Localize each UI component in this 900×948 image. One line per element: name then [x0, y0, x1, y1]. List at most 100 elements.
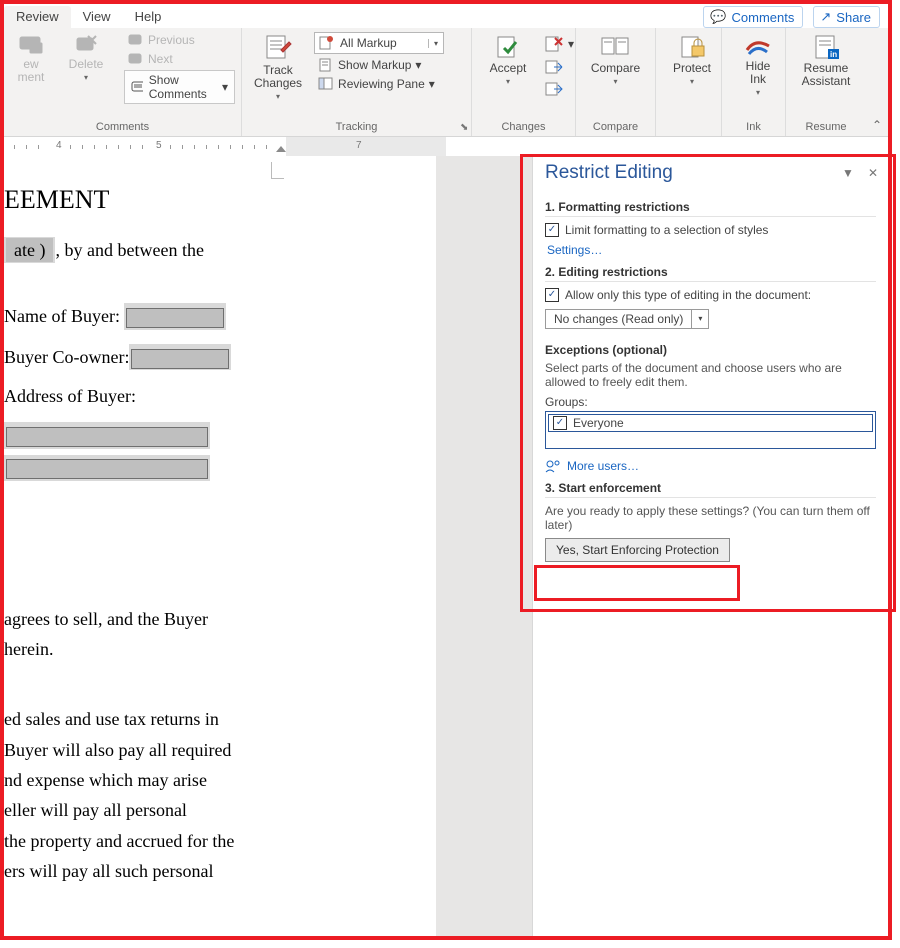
doc-line: Buyer Co-owner: — [4, 344, 436, 370]
share-button[interactable]: ↗ Share — [813, 6, 880, 28]
form-field-coowner[interactable] — [131, 349, 229, 369]
doc-line: eller will pay all personal — [4, 798, 436, 822]
hide-ink-button[interactable]: Hide Ink ▾ — [728, 32, 788, 99]
reviewing-pane-button[interactable]: Reviewing Pane ▾ — [314, 76, 444, 92]
new-comment-icon — [18, 34, 44, 56]
chevron-down-icon: ▾ — [429, 77, 435, 91]
hide-ink-label: Hide Ink — [746, 60, 771, 86]
group-changes-label: Changes — [478, 119, 569, 134]
form-field-address-1[interactable] — [6, 427, 208, 447]
pane-options-button[interactable]: ▼ — [842, 166, 854, 180]
chevron-down-icon: ▾ — [568, 37, 574, 51]
form-field-date[interactable]: ate ) — [6, 238, 53, 262]
doc-line: ers will pay all such personal — [4, 859, 436, 883]
show-comments-button[interactable]: Show Comments▾ — [124, 70, 235, 104]
resume-assistant-button[interactable]: in Resume Assistant — [792, 32, 860, 90]
resume-label: Resume Assistant — [802, 62, 851, 88]
pane-close-button[interactable]: ✕ — [868, 166, 878, 180]
previous-change-icon — [544, 59, 564, 75]
start-enforcing-button[interactable]: Yes, Start Enforcing Protection — [545, 538, 730, 562]
group-tracking-label: Tracking — [248, 119, 465, 134]
indent-marker[interactable] — [276, 146, 286, 152]
chevron-down-icon: ▾ — [84, 73, 88, 82]
formatting-settings-link[interactable]: Settings… — [547, 243, 876, 257]
chevron-down-icon: ▾ — [276, 92, 280, 101]
reject-button[interactable]: ▾ — [540, 34, 578, 54]
next-icon — [128, 52, 144, 66]
editing-type-select[interactable]: No changes (Read only)▾ — [545, 309, 709, 329]
share-label: Share — [836, 10, 871, 25]
form-field-buyer-name[interactable] — [126, 308, 224, 328]
tab-help[interactable]: Help — [123, 6, 174, 28]
tracking-dialog-launcher[interactable]: ⬊ — [460, 122, 468, 133]
display-for-review-select[interactable]: All Markup▾ — [314, 32, 444, 54]
chevron-down-icon: ▾ — [690, 77, 694, 86]
accept-label: Accept — [490, 62, 527, 75]
everyone-checkbox[interactable]: ✓ — [553, 416, 567, 430]
doc-line: Buyer will also pay all required — [4, 738, 436, 762]
track-changes-label: Track Changes — [254, 64, 302, 90]
track-changes-button[interactable]: Track Changes ▾ — [248, 32, 308, 103]
show-markup-icon — [318, 58, 334, 72]
restrict-editing-pane: Restrict Editing ▼ ✕ 1. Formatting restr… — [532, 156, 888, 936]
hide-ink-icon — [743, 34, 773, 58]
next-change-button[interactable] — [540, 80, 578, 98]
tab-view[interactable]: View — [71, 6, 123, 28]
group-resume-label: Resume — [792, 119, 860, 134]
new-comment-label: ew ment — [18, 58, 45, 84]
section-editing-header: 2. Editing restrictions — [545, 265, 876, 282]
svg-text:in: in — [830, 50, 837, 59]
doc-line: ate ), by and between the — [4, 237, 436, 263]
doc-line: herein. — [4, 637, 436, 661]
collapse-ribbon-button[interactable]: ⌃ — [872, 118, 882, 132]
reject-icon — [544, 35, 564, 53]
doc-line: ed sales and use tax returns in — [4, 707, 436, 731]
exceptions-desc: Select parts of the document and choose … — [545, 361, 876, 389]
everyone-label: Everyone — [573, 416, 624, 430]
doc-line: nd expense which may arise — [4, 768, 436, 792]
group-comments-label: Comments — [10, 119, 235, 134]
next-comment-button[interactable]: Next — [124, 51, 235, 67]
accept-button[interactable]: Accept ▾ — [478, 32, 538, 88]
next-change-icon — [544, 81, 564, 97]
previous-change-button[interactable] — [540, 58, 578, 76]
comments-button[interactable]: 💬Comments — [703, 6, 803, 28]
group-ink-label: Ink — [728, 119, 779, 134]
compare-icon — [600, 34, 632, 60]
more-users-link[interactable]: More users… — [545, 459, 876, 473]
horizontal-ruler[interactable]: 4 5 7 — [4, 137, 888, 158]
groups-listbox[interactable]: ✓ Everyone — [545, 411, 876, 449]
pane-title: Restrict Editing — [545, 162, 673, 184]
groups-label: Groups: — [545, 395, 876, 409]
chevron-down-icon: ▾ — [506, 77, 510, 86]
comments-label: Comments — [732, 10, 795, 25]
enforcement-desc: Are you ready to apply these settings? (… — [545, 504, 876, 532]
limit-formatting-checkbox[interactable]: ✓ — [545, 223, 559, 237]
markup-icon — [318, 35, 334, 51]
reviewing-pane-icon — [318, 77, 334, 91]
page-corner-mark — [271, 162, 284, 179]
new-comment-button[interactable]: ew ment — [10, 32, 52, 86]
doc-line: Name of Buyer: — [4, 303, 436, 329]
compare-button[interactable]: Compare ▾ — [582, 32, 649, 88]
previous-comment-button[interactable]: Previous — [124, 32, 235, 48]
delete-label: Delete — [69, 58, 104, 71]
form-field-address-2[interactable] — [6, 459, 208, 479]
section-enforcement-header: 3. Start enforcement — [545, 481, 876, 498]
share-icon: ↗ — [820, 9, 831, 25]
delete-comment-button[interactable]: Delete ▾ — [56, 32, 116, 84]
tab-review[interactable]: Review — [4, 6, 71, 28]
chevron-down-icon: ▾ — [222, 80, 228, 94]
protect-button[interactable]: Protect ▾ — [662, 32, 722, 88]
chevron-down-icon: ▾ — [415, 58, 421, 72]
chevron-down-icon: ▾ — [428, 39, 443, 48]
protect-label: Protect — [673, 62, 711, 75]
allow-editing-checkbox[interactable]: ✓ — [545, 288, 559, 302]
group-compare-label: Compare — [582, 119, 649, 134]
doc-title: EEMENT — [4, 182, 436, 217]
limit-formatting-label: Limit formatting to a selection of style… — [565, 223, 768, 237]
show-markup-button[interactable]: Show Markup ▾ — [314, 57, 444, 73]
users-icon — [545, 459, 561, 473]
accept-icon — [494, 34, 522, 60]
compare-label: Compare — [591, 62, 640, 75]
